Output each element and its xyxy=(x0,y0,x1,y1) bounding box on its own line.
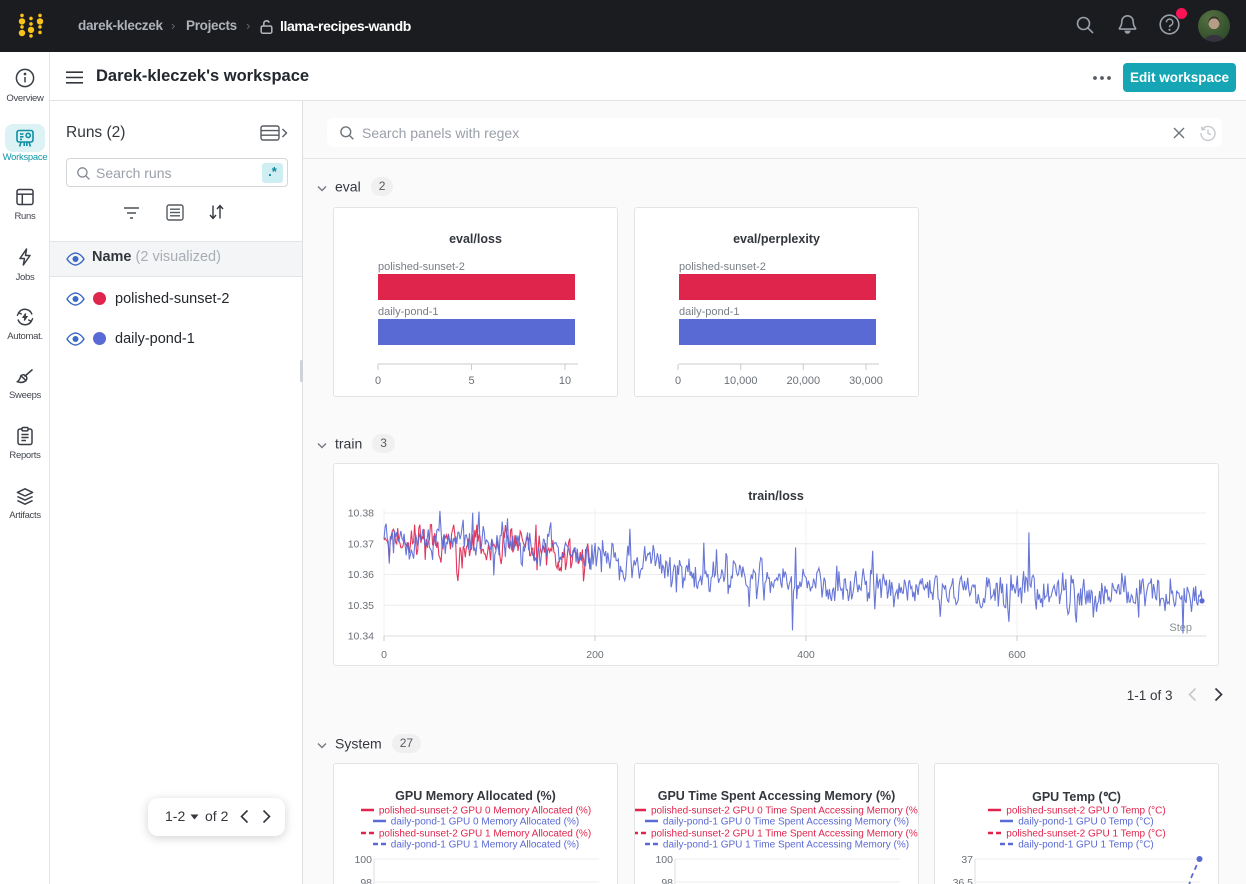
svg-text:10: 10 xyxy=(559,375,571,387)
svg-text:10.37: 10.37 xyxy=(348,538,374,550)
svg-text:0: 0 xyxy=(381,649,387,661)
svg-text:30,000: 30,000 xyxy=(849,375,883,387)
svg-text:10.36: 10.36 xyxy=(348,569,374,581)
svg-text:98: 98 xyxy=(661,877,673,884)
svg-text:5: 5 xyxy=(468,375,474,387)
svg-text:polished-sunset-2: polished-sunset-2 xyxy=(378,261,465,273)
svg-text:10.38: 10.38 xyxy=(348,508,374,520)
svg-text:36.5: 36.5 xyxy=(953,877,974,884)
svg-text:0: 0 xyxy=(675,375,681,387)
svg-text:10,000: 10,000 xyxy=(724,375,758,387)
svg-text:0: 0 xyxy=(375,375,381,387)
svg-text:polished-sunset-2: polished-sunset-2 xyxy=(679,261,766,273)
svg-text:100: 100 xyxy=(354,854,372,866)
svg-text:10.34: 10.34 xyxy=(348,631,374,643)
svg-text:98: 98 xyxy=(360,877,372,884)
svg-text:200: 200 xyxy=(586,649,604,661)
svg-text:100: 100 xyxy=(655,854,673,866)
svg-text:600: 600 xyxy=(1008,649,1026,661)
svg-text:10.35: 10.35 xyxy=(348,600,374,612)
svg-text:daily-pond-1: daily-pond-1 xyxy=(378,306,439,318)
svg-text:Step: Step xyxy=(1169,622,1192,634)
svg-text:20,000: 20,000 xyxy=(786,375,820,387)
svg-text:daily-pond-1: daily-pond-1 xyxy=(679,306,740,318)
svg-text:37: 37 xyxy=(961,854,973,866)
svg-text:400: 400 xyxy=(797,649,815,661)
